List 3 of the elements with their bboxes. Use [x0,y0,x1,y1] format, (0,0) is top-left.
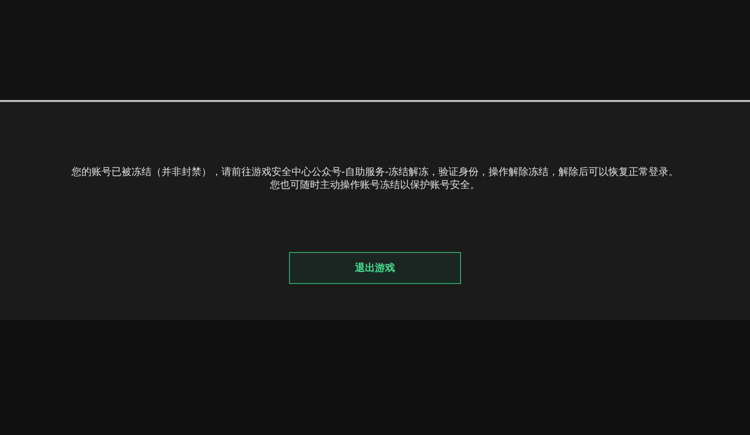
exit-game-button[interactable]: 退出游戏 [289,252,461,284]
message-text: 您的账号已被冻结（并非封禁），请前往游戏安全中心公众号-自助服务-冻结解冻，验证身份，操作解除冻结，解除后可以恢复正常登录。 [71,166,679,179]
message-text: 您也可随时主动操作账号冻结以保护账号安全。 [270,179,480,192]
